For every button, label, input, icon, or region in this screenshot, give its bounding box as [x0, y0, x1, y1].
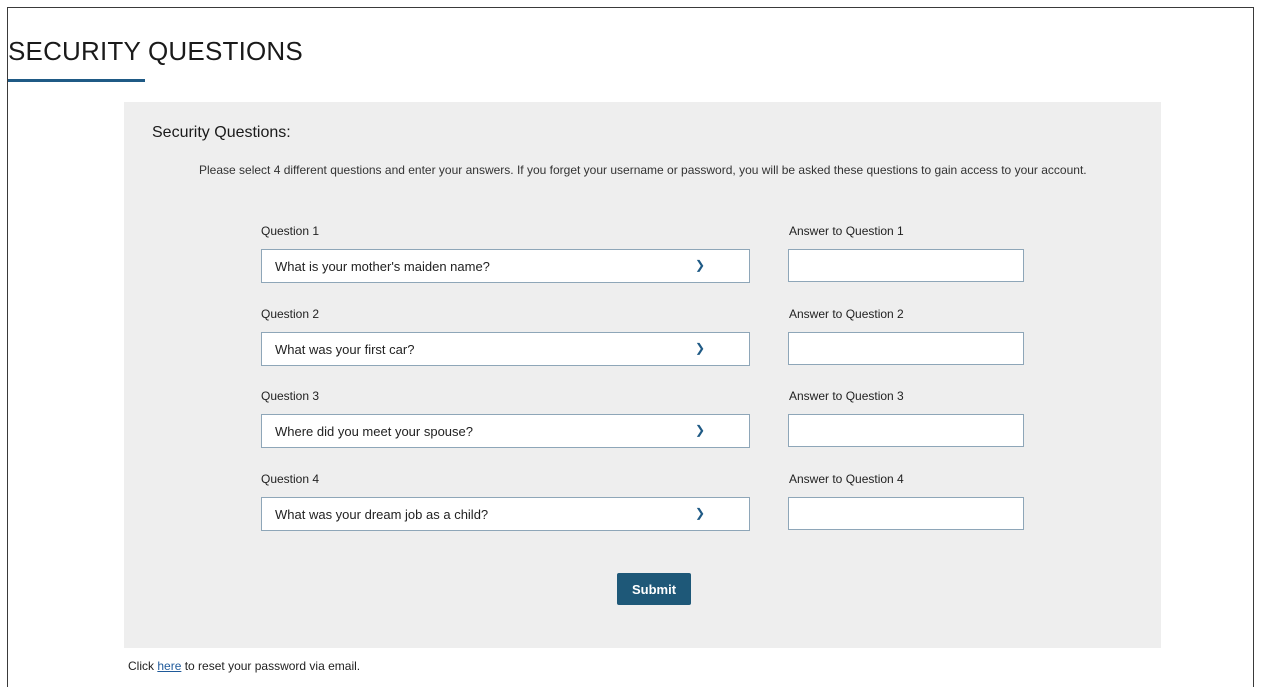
reset-password-link[interactable]: here — [157, 659, 181, 673]
footer-prefix: Click — [128, 659, 158, 673]
question-4-label: Question 4 — [261, 472, 320, 486]
question-4-selected-value: What was your dream job as a child? — [275, 507, 489, 522]
submit-button[interactable]: Submit — [617, 573, 691, 605]
question-3-label: Question 3 — [261, 389, 320, 403]
question-2-select[interactable]: What was your first car? ❯ — [261, 332, 750, 366]
page-title: SECURITY QUESTIONS — [8, 36, 303, 66]
question-1-selected-value: What is your mother's maiden name? — [275, 259, 490, 274]
answer-3-input[interactable] — [788, 414, 1024, 447]
answer-4-input[interactable] — [788, 497, 1024, 530]
answer-2-label: Answer to Question 2 — [789, 307, 904, 321]
footer-suffix: to reset your password via email. — [181, 659, 361, 673]
answer-1-input[interactable] — [788, 249, 1024, 282]
question-2-selected-value: What was your first car? — [275, 342, 415, 357]
chevron-down-icon: ❯ — [695, 423, 706, 437]
title-underline — [8, 79, 145, 82]
answer-2-input[interactable] — [788, 332, 1024, 365]
question-2-label: Question 2 — [261, 307, 320, 321]
question-3-select[interactable]: Where did you meet your spouse? ❯ — [261, 414, 750, 448]
chevron-down-icon: ❯ — [695, 506, 706, 520]
answer-3-label: Answer to Question 3 — [789, 389, 904, 403]
answer-4-label: Answer to Question 4 — [789, 472, 904, 486]
panel-heading: Security Questions: — [152, 124, 291, 141]
reset-password-note: Click here to reset your password via em… — [128, 659, 360, 673]
security-questions-panel: Security Questions: Please select 4 diff… — [124, 102, 1161, 648]
question-1-select[interactable]: What is your mother's maiden name? ❯ — [261, 249, 750, 283]
question-4-select[interactable]: What was your dream job as a child? ❯ — [261, 497, 750, 531]
question-1-label: Question 1 — [261, 224, 320, 238]
chevron-down-icon: ❯ — [695, 258, 706, 272]
instructions-text: Please select 4 different questions and … — [199, 163, 1087, 177]
answer-1-label: Answer to Question 1 — [789, 224, 904, 238]
question-3-selected-value: Where did you meet your spouse? — [275, 424, 473, 439]
chevron-down-icon: ❯ — [695, 341, 706, 355]
